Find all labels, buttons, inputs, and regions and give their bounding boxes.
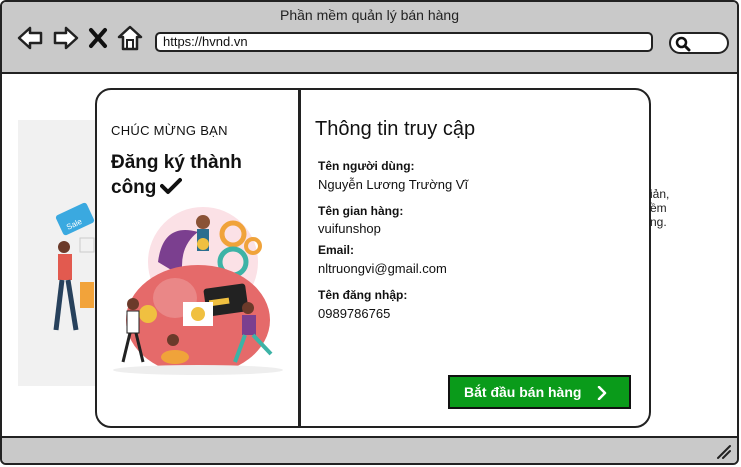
search-icon xyxy=(675,36,691,52)
email-value: nltruongvi@gmail.com xyxy=(318,261,447,276)
modal-right-panel: Thông tin truy cập Tên người dùng: Nguyễ… xyxy=(315,90,645,426)
chevron-right-icon xyxy=(597,386,607,400)
piggy-bank-illustration xyxy=(113,207,283,375)
start-selling-button[interactable]: Bắt đầu bán hàng xyxy=(448,375,631,409)
shop-name-label: Tên gian hàng: xyxy=(318,204,404,218)
resize-grip-icon[interactable] xyxy=(715,443,731,459)
window-title: Phần mềm quản lý bán hàng xyxy=(279,7,459,23)
checkmark-icon xyxy=(160,177,183,202)
browser-window: Phần mềm quản lý bán hàng https://hvnd.v… xyxy=(0,0,739,465)
background-text: iản, ềm ng. xyxy=(650,187,670,229)
congrats-text: CHÚC MỪNG BẠN xyxy=(111,123,228,138)
arrow-left-icon[interactable] xyxy=(16,24,44,52)
shop-name-value: vuifunshop xyxy=(318,221,381,236)
email-label: Email: xyxy=(318,243,355,257)
close-icon[interactable] xyxy=(88,24,108,52)
info-title: Thông tin truy cập xyxy=(315,118,476,140)
status-bar xyxy=(2,436,737,463)
arrow-right-icon[interactable] xyxy=(52,24,80,52)
modal-divider xyxy=(298,90,301,426)
username-value: Nguyễn Lương Trường Vĩ xyxy=(318,177,469,192)
login-name-label: Tên đăng nhập: xyxy=(318,288,408,302)
registration-success-modal: CHÚC MỪNG BẠN Đăng ký thành công Thông t… xyxy=(95,88,651,428)
nav-buttons xyxy=(16,24,144,52)
search-box[interactable] xyxy=(669,32,729,54)
success-heading: Đăng ký thành công xyxy=(111,150,291,202)
background-illustration: Sale xyxy=(18,120,100,386)
username-label: Tên người dùng: xyxy=(318,159,415,173)
home-icon[interactable] xyxy=(116,24,144,52)
address-bar[interactable]: https://hvnd.vn xyxy=(155,32,653,52)
modal-left-panel: CHÚC MỪNG BẠN Đăng ký thành công xyxy=(97,90,298,426)
login-name-value: 0989786765 xyxy=(318,306,391,321)
title-bar: Phần mềm quản lý bán hàng https://hvnd.v… xyxy=(2,2,737,74)
